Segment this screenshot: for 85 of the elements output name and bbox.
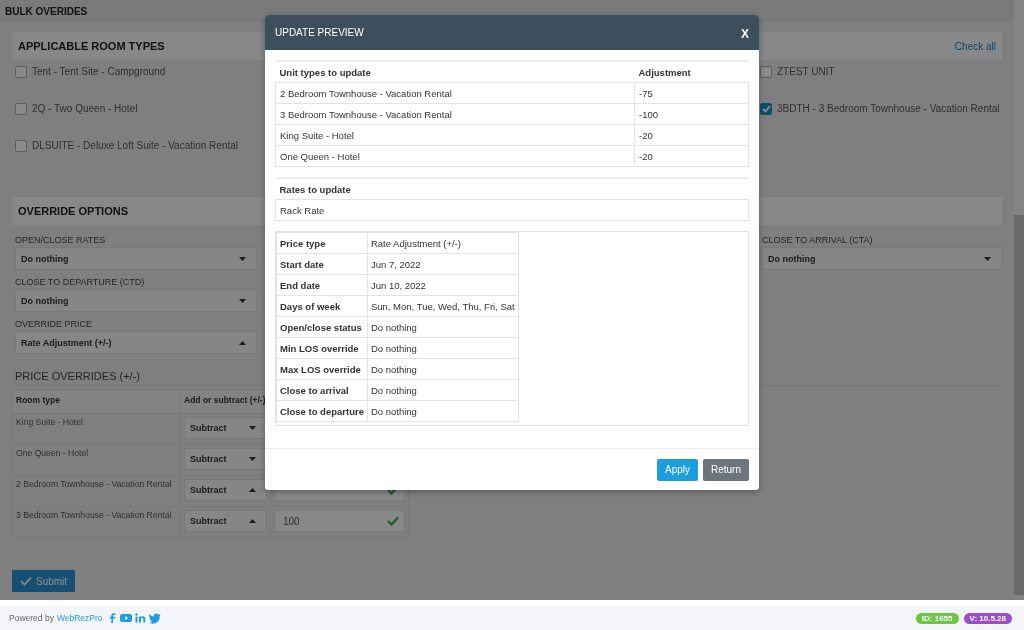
checkbox-label: DLSUITE - Deluxe Loft Suite - Vacation Rental [32, 140, 239, 151]
caret-icon [249, 519, 256, 523]
table-cell: One Queen - Hotel [275, 145, 635, 167]
modal-title: UPDATE PREVIEW [275, 27, 364, 38]
dropdown[interactable]: Subtract [184, 479, 267, 501]
table-cell: -20 [634, 145, 749, 167]
table-cell: Start date [276, 253, 368, 275]
table-cell: -100 [634, 103, 749, 125]
checkbox-label: Tent - Tent Site - Campground [32, 66, 166, 77]
field-label: OPEN/CLOSE RATES [15, 235, 107, 245]
version-badge: ID: 1655 [915, 612, 959, 624]
caret-icon [239, 298, 246, 303]
table-cell: Do nothing [367, 379, 519, 401]
table-cell: Do nothing [367, 400, 519, 422]
table-cell: Close to departure [276, 400, 368, 422]
scrollbar[interactable] [1014, 0, 1024, 600]
table-cell: Close to arrival [276, 379, 368, 401]
bird-icon[interactable] [148, 612, 161, 624]
checkbox-label: 2Q - Two Queen - Hotel [32, 103, 138, 114]
checkbox[interactable] [760, 66, 772, 78]
table-cell: 2 Bedroom Townhouse - Vacation Rental [13, 475, 181, 506]
checkbox[interactable] [15, 103, 27, 115]
caret-icon [249, 457, 256, 461]
return-button[interactable]: Return [703, 458, 749, 481]
table-cell: Rack Rate [275, 199, 749, 221]
column-header: Unit types to update [275, 61, 635, 83]
caret-icon [249, 426, 256, 430]
caret-icon [249, 488, 256, 492]
table-cell: -75 [634, 82, 749, 104]
column-header: Rates to update [275, 178, 749, 200]
checkbox-label: ZTEST UNIT [777, 66, 835, 77]
dropdown[interactable]: Subtract [184, 417, 267, 439]
table-cell: 2 Bedroom Townhouse - Vacation Rental [275, 82, 635, 104]
field-label: CLOSE TO DEPARTURE (CTD) [15, 277, 146, 287]
dropdown[interactable]: Rate Adjustment (+/-) [15, 331, 257, 354]
table-cell: 3 Bedroom Townhouse - Vacation Rental [13, 506, 181, 537]
table-cell: Max LOS override [276, 358, 368, 380]
table-cell: Price type [276, 232, 368, 254]
table-cell: Do nothing [367, 337, 519, 359]
column-header: Adjustment [634, 61, 749, 83]
check-all-link[interactable]: Check all [954, 40, 996, 52]
dropdown[interactable]: Do nothing [15, 289, 257, 312]
table-cell: Jun 7, 2022 [367, 253, 519, 275]
dropdown[interactable]: Subtract [184, 510, 267, 532]
section-title: OVERRIDE OPTIONS [18, 205, 129, 217]
checkbox[interactable] [15, 140, 27, 152]
field-label: OVERRIDE PRICE [15, 319, 93, 329]
table-cell: -20 [634, 124, 749, 146]
check-icon [761, 105, 771, 113]
table-cell: End date [276, 274, 368, 296]
table-cell: King Suite - Hotel [13, 413, 181, 444]
video-icon[interactable] [119, 612, 132, 624]
column-header: Room type [13, 390, 181, 413]
section-title: APPLICABLE ROOM TYPES [18, 40, 165, 52]
dropdown[interactable]: Do nothing [15, 247, 257, 270]
submit-button[interactable]: Submit [12, 570, 76, 592]
table-cell: Open/close status [276, 316, 368, 338]
field-label: CLOSE TO ARRIVAL (CTA) [762, 235, 874, 245]
caret-icon [984, 256, 991, 261]
apply-button[interactable]: Apply [656, 458, 698, 481]
table-cell: King Suite - Hotel [275, 124, 635, 146]
checkbox[interactable] [15, 66, 27, 78]
table-cell: Jun 10, 2022 [367, 274, 519, 296]
dropdown[interactable]: Do nothing [762, 247, 1002, 270]
table-cell: Min LOS override [276, 337, 368, 359]
table-cell: Do nothing [367, 358, 519, 380]
table-cell: Days of week [276, 295, 368, 317]
check-icon [20, 576, 32, 586]
close-button[interactable]: X [741, 27, 749, 41]
table-cell: Rate Adjustment (+/-) [367, 232, 519, 254]
facebook-icon[interactable] [107, 612, 117, 624]
checkbox[interactable] [760, 103, 772, 115]
version-badge: V: 10.5.28 [963, 612, 1012, 624]
table-cell: One Queen - Hotel [13, 444, 181, 475]
checkbox-label: 3BDTH - 3 Bedroom Townhouse - Vacation Rental [777, 103, 1000, 114]
caret-icon [239, 340, 246, 345]
caret-icon [239, 256, 246, 261]
input-field[interactable]: 100 [274, 510, 405, 532]
footer-text: Powered by [9, 613, 54, 623]
brand-link[interactable]: WebRezPro [56, 613, 103, 623]
linkedin-icon[interactable] [134, 612, 146, 624]
table-cell: Do nothing [367, 316, 519, 338]
table-cell: Sun, Mon, Tue, Wed, Thu, Fri, Sat [367, 295, 519, 317]
table-cell: 3 Bedroom Townhouse - Vacation Rental [275, 103, 635, 125]
dropdown[interactable]: Subtract [184, 448, 267, 470]
